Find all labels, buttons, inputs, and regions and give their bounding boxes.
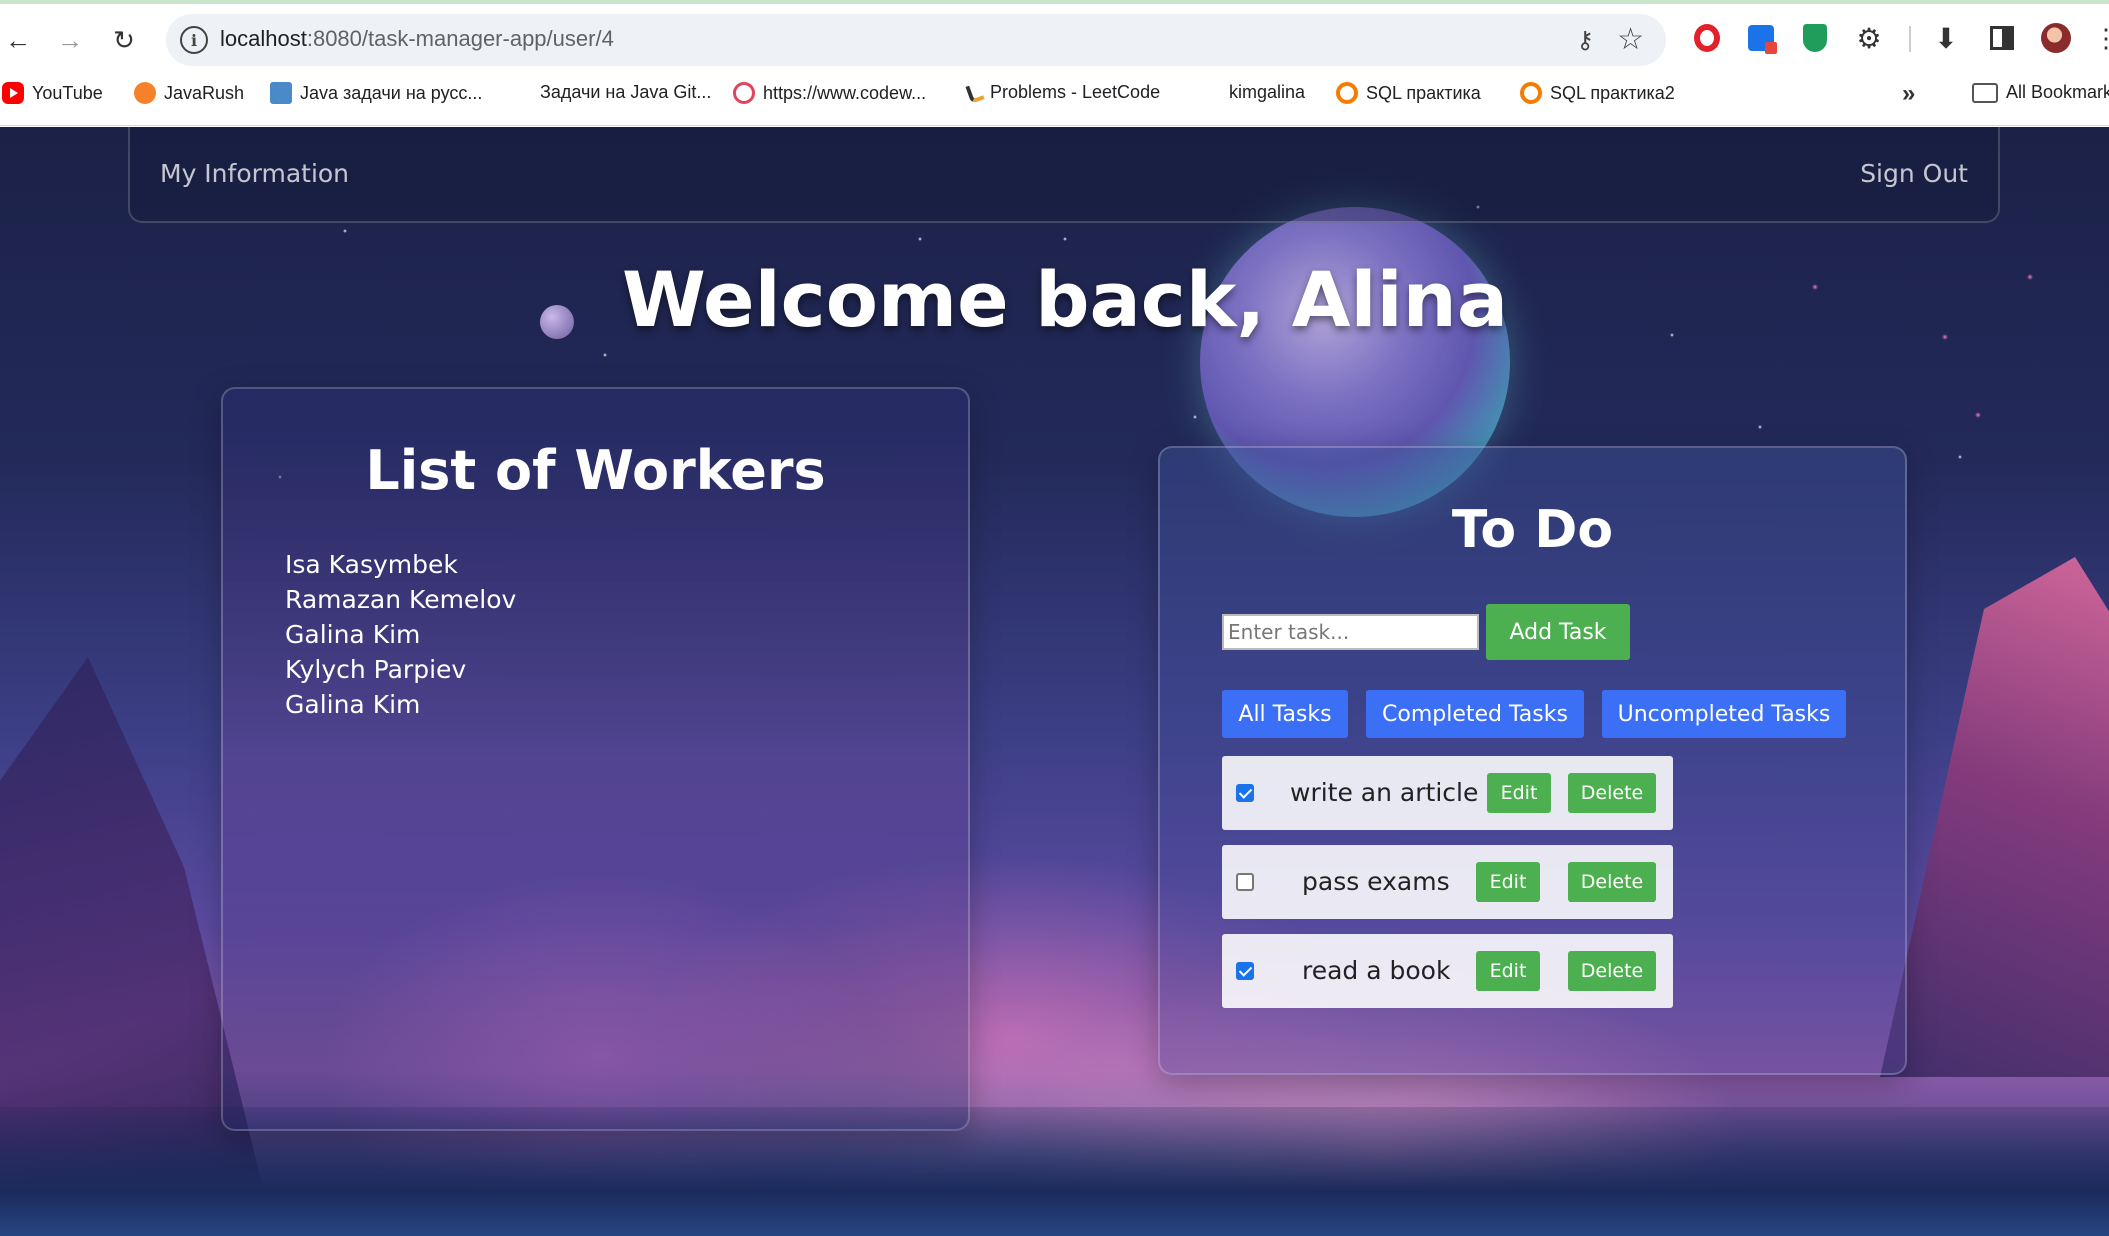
delete-task-button[interactable]: Delete (1568, 773, 1656, 813)
bookmark-label: kimgalina (1229, 82, 1306, 102)
bookmark-label: YouTube (32, 82, 103, 103)
workers-card: List of Workers Isa Kasymbek Ramazan Kem… (221, 387, 970, 1131)
delete-task-button[interactable]: Delete (1568, 862, 1656, 902)
todo-title: To Do (1451, 500, 1614, 560)
bookmarks-bar: YouTube JavaRush Java задачи на русс... … (0, 78, 2109, 112)
bookmark-label: SQL практика (1366, 82, 1481, 103)
java-tasks-icon (270, 82, 292, 104)
edit-task-button[interactable]: Edit (1476, 862, 1540, 902)
profile-avatar[interactable] (2040, 22, 2072, 54)
page-load-indicator (0, 0, 2109, 4)
download-icon[interactable]: ⬇ (1930, 22, 1962, 54)
bookmark-codewars[interactable]: https://www.codew... (733, 82, 926, 104)
page-viewport: My Information Sign Out Welcome back, Al… (0, 127, 2109, 1236)
task-row: read a book Edit Delete (1222, 934, 1673, 1008)
browser-chrome: ← → ↻ i localhost:8080/task-manager-app/… (0, 0, 2109, 126)
sql-icon (1336, 82, 1358, 104)
task-row: pass exams Edit Delete (1222, 845, 1673, 919)
task-input[interactable] (1222, 614, 1479, 650)
all-bookmarks[interactable]: All Bookmarks (1972, 82, 2109, 103)
url-host: localhost (220, 26, 307, 51)
bookmark-star-icon[interactable]: ☆ (1617, 22, 1644, 57)
password-key-icon[interactable]: ⚷ (1576, 26, 1594, 55)
bookmark-sql2[interactable]: SQL практика2 (1520, 82, 1675, 104)
top-navbar: My Information Sign Out (128, 127, 2000, 223)
address-url[interactable]: localhost:8080/task-manager-app/user/4 (220, 26, 614, 52)
edit-task-button[interactable]: Edit (1476, 951, 1540, 991)
bookmark-label: JavaRush (164, 82, 245, 103)
worker-item: Galina Kim (285, 690, 421, 719)
worker-item: Galina Kim (285, 620, 421, 649)
worker-item: Kylych Parpiev (285, 655, 467, 684)
youtube-icon (2, 82, 24, 104)
sql-icon (1520, 82, 1542, 104)
task-text: write an article (1290, 778, 1479, 807)
extension-icon[interactable] (1745, 22, 1777, 54)
task-checkbox[interactable] (1236, 784, 1254, 802)
bookmark-sql[interactable]: SQL практика (1336, 82, 1481, 104)
all-bookmarks-label: All Bookmarks (2006, 82, 2109, 102)
completed-tasks-button[interactable]: Completed Tasks (1366, 690, 1584, 738)
bookmark-label: Problems - LeetCode (990, 82, 1161, 102)
workers-list: Isa Kasymbek Ramazan Kemelov Galina Kim … (285, 547, 516, 722)
all-tasks-button[interactable]: All Tasks (1222, 690, 1348, 738)
bookmark-label: Задачи на Java Git... (540, 82, 712, 102)
worker-item: Ramazan Kemelov (285, 585, 517, 614)
bookmark-label: https://www.codew... (763, 82, 927, 103)
task-text: pass exams (1302, 867, 1450, 896)
bookmark-kimgalina[interactable]: kimgalina (1229, 82, 1305, 103)
bookmark-label: Java задачи на русс... (300, 82, 483, 103)
add-task-button[interactable]: Add Task (1486, 604, 1630, 660)
task-row: write an article Edit Delete (1222, 756, 1673, 830)
delete-task-button[interactable]: Delete (1568, 951, 1656, 991)
reload-icon[interactable]: ↻ (106, 22, 142, 58)
codewars-icon (733, 82, 755, 104)
workers-title: List of Workers (365, 439, 826, 502)
opera-extension-icon[interactable] (1691, 22, 1723, 54)
bookmark-leetcode[interactable]: Problems - LeetCode (965, 81, 1161, 104)
extensions-puzzle-icon[interactable]: ⚙ (1853, 22, 1885, 54)
toolbar-separator (1909, 26, 1911, 52)
forward-icon[interactable]: → (52, 22, 88, 58)
side-panel-icon[interactable] (1986, 22, 2018, 54)
bookmark-javarush[interactable]: JavaRush (134, 82, 244, 104)
todo-card: To Do Add Task All Tasks Completed Tasks… (1158, 446, 1907, 1075)
task-checkbox[interactable] (1236, 873, 1254, 891)
uncompleted-tasks-button[interactable]: Uncompleted Tasks (1602, 690, 1846, 738)
leetcode-icon (965, 81, 985, 104)
bookmark-java-tasks[interactable]: Java задачи на русс... (270, 82, 482, 104)
back-icon[interactable]: ← (0, 22, 36, 58)
javarush-icon (134, 82, 156, 104)
task-text: read a book (1302, 956, 1451, 985)
worker-item: Isa Kasymbek (285, 550, 458, 579)
welcome-heading: Welcome back, Alina (621, 255, 1509, 344)
bookmark-java-git[interactable]: Задачи на Java Git... (540, 82, 711, 103)
task-checkbox[interactable] (1236, 962, 1254, 980)
address-bar[interactable]: i localhost:8080/task-manager-app/user/4… (166, 14, 1666, 66)
site-info-icon[interactable]: i (180, 26, 208, 54)
url-path: :8080/task-manager-app/user/4 (306, 26, 614, 51)
bookmark-label: SQL практика2 (1550, 82, 1675, 103)
more-menu-icon[interactable]: ⋮ (2090, 22, 2109, 54)
folder-icon (1972, 82, 1998, 103)
bookmark-youtube[interactable]: YouTube (2, 82, 103, 104)
edit-task-button[interactable]: Edit (1487, 773, 1551, 813)
my-information-link[interactable]: My Information (160, 159, 349, 188)
shield-extension-icon[interactable] (1799, 22, 1831, 54)
sign-out-link[interactable]: Sign Out (1860, 159, 1968, 188)
bookmarks-overflow-icon[interactable]: » (1902, 80, 1915, 108)
